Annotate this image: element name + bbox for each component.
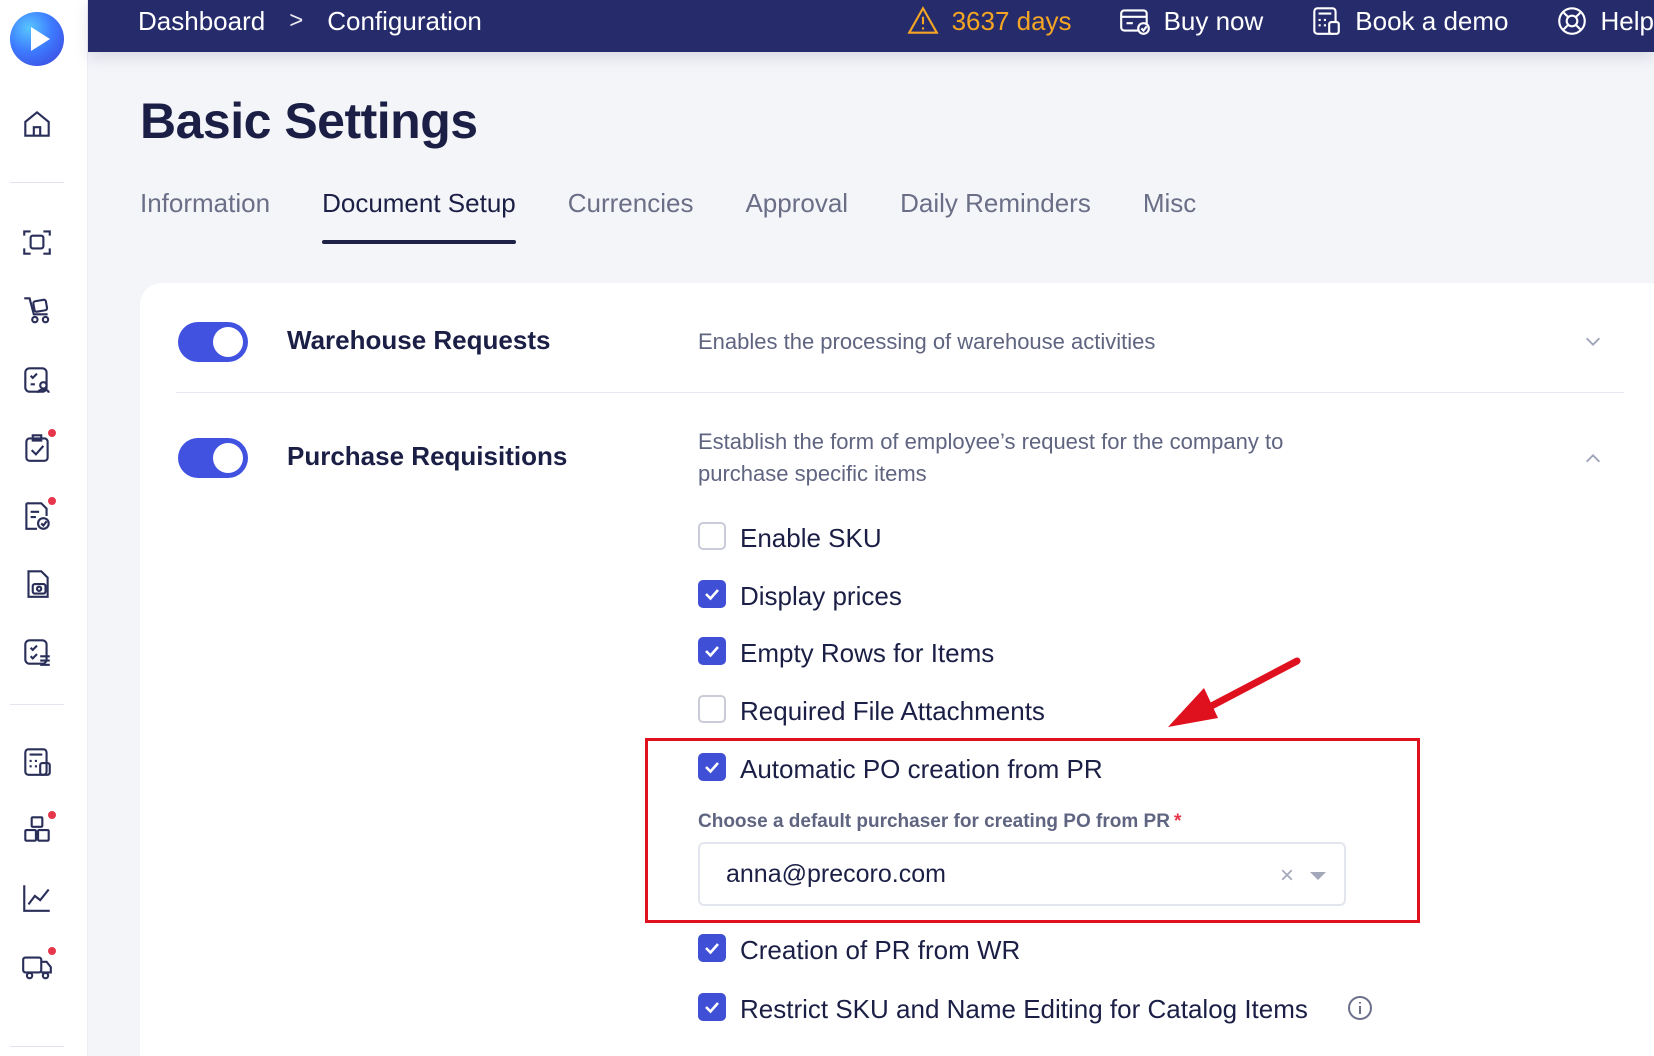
sidebar — [0, 0, 88, 1056]
tab-approval[interactable]: Approval — [745, 188, 848, 246]
requests-icon[interactable] — [19, 362, 55, 398]
scan-icon[interactable] — [19, 224, 55, 260]
list-icon[interactable] — [19, 634, 55, 670]
restrict-sku-editing-checkbox[interactable] — [698, 993, 726, 1021]
budget-icon[interactable] — [19, 744, 55, 780]
cart-icon[interactable] — [19, 292, 55, 328]
warehouse-requests-toggle[interactable] — [178, 322, 248, 362]
display-prices-checkbox[interactable] — [698, 580, 726, 608]
help-button[interactable]: Help — [1555, 4, 1654, 38]
approval-icon[interactable] — [19, 428, 57, 466]
warehouse-requests-description: Enables the processing of warehouse acti… — [698, 329, 1156, 354]
purchase-requisitions-title: Purchase Requisitions — [287, 441, 568, 471]
tab-misc[interactable]: Misc — [1143, 188, 1196, 246]
notification-dot — [47, 946, 57, 956]
notification-dot — [47, 428, 57, 438]
description-line: purchase specific items — [698, 461, 927, 486]
top-bar: Dashboard > Configuration 3637 days Buy … — [88, 0, 1654, 52]
restrict-sku-editing-label: Restrict SKU and Name Editing for Catalo… — [740, 994, 1308, 1024]
sidebar-divider — [10, 704, 64, 705]
display-prices-label: Display prices — [740, 581, 902, 611]
required-attachments-checkbox[interactable] — [698, 695, 726, 723]
warning-icon — [906, 6, 939, 34]
trial-days-text: 3637 days — [951, 5, 1072, 36]
help-icon — [1557, 7, 1586, 35]
home-icon[interactable] — [19, 106, 55, 142]
buy-icon — [1119, 9, 1150, 35]
required-attachments-label: Required File Attachments — [740, 696, 1045, 726]
settings-tabs: Information Document Setup Currencies Ap… — [140, 188, 1248, 248]
chevron-down-icon[interactable] — [1582, 330, 1604, 352]
tab-daily-reminders[interactable]: Daily Reminders — [900, 188, 1091, 246]
chevron-up-icon[interactable] — [1582, 448, 1604, 470]
annotation-arrow — [1168, 657, 1301, 727]
breadcrumb-configuration: Configuration — [327, 5, 482, 36]
empty-rows-label: Empty Rows for Items — [740, 638, 995, 668]
highlight-annotation-box — [645, 738, 1420, 923]
empty-rows-checkbox[interactable] — [698, 637, 726, 665]
delivery-icon[interactable] — [19, 946, 57, 984]
sidebar-divider — [10, 182, 64, 183]
analytics-icon[interactable] — [19, 880, 55, 916]
enable-sku-checkbox[interactable] — [698, 522, 726, 550]
tab-document-setup[interactable]: Document Setup — [322, 188, 516, 246]
breadcrumb-dashboard[interactable]: Dashboard — [138, 6, 265, 37]
trial-days-indicator[interactable]: 3637 days — [906, 4, 1072, 38]
warehouse-requests-title: Warehouse Requests — [287, 325, 551, 355]
section-divider — [176, 392, 1624, 393]
breadcrumb-separator: > — [289, 7, 304, 34]
page-title: Basic Settings — [140, 93, 478, 149]
demo-icon — [1313, 7, 1341, 35]
buy-now-button[interactable]: Buy now — [1118, 4, 1264, 38]
buy-now-label: Buy now — [1163, 5, 1264, 36]
purchase-requisitions-description: Establish the form of employee’s request… — [698, 426, 1283, 490]
enable-sku-label: Enable SKU — [740, 523, 882, 553]
pr-from-wr-label: Creation of PR from WR — [740, 935, 1021, 965]
description-line: Establish the form of employee’s request… — [698, 429, 1284, 454]
items-icon[interactable] — [19, 810, 57, 848]
pr-from-wr-checkbox[interactable] — [698, 934, 726, 962]
help-label: Help — [1600, 5, 1654, 36]
sidebar-divider — [10, 1046, 64, 1047]
purchase-requisitions-toggle[interactable] — [178, 438, 248, 478]
book-demo-label: Book a demo — [1355, 5, 1509, 36]
tab-currencies[interactable]: Currencies — [568, 188, 694, 246]
book-demo-button[interactable]: Book a demo — [1309, 4, 1509, 38]
receipt-icon[interactable] — [19, 566, 55, 602]
app-logo[interactable] — [10, 12, 64, 66]
notification-dot — [47, 810, 57, 820]
info-icon[interactable] — [1346, 994, 1374, 1022]
invoice-icon[interactable] — [19, 496, 57, 534]
notification-dot — [47, 496, 57, 506]
breadcrumb: Dashboard > Configuration — [138, 0, 482, 42]
tab-information[interactable]: Information — [140, 188, 270, 246]
